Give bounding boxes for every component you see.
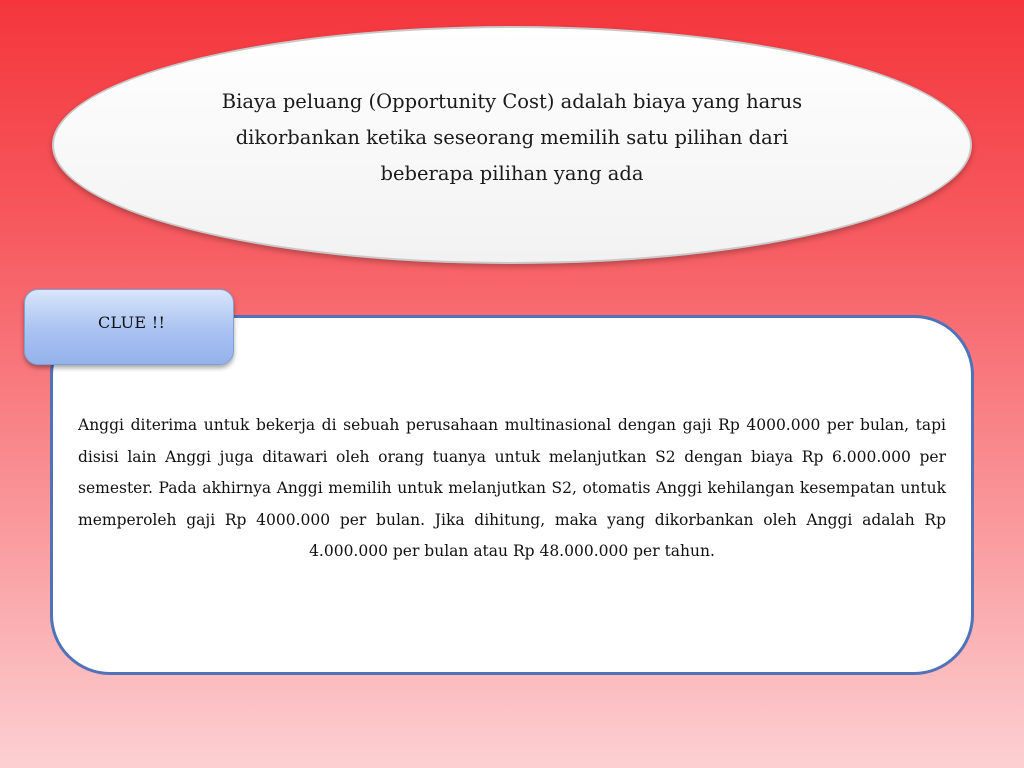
slide: Biaya peluang (Opportunity Cost) adalah … <box>0 0 1024 768</box>
definition-text: Biaya peluang (Opportunity Cost) adalah … <box>221 90 803 185</box>
clue-label: CLUE !! <box>98 313 166 332</box>
example-text: Anggi diterima untuk bekerja di sebuah p… <box>78 416 946 560</box>
